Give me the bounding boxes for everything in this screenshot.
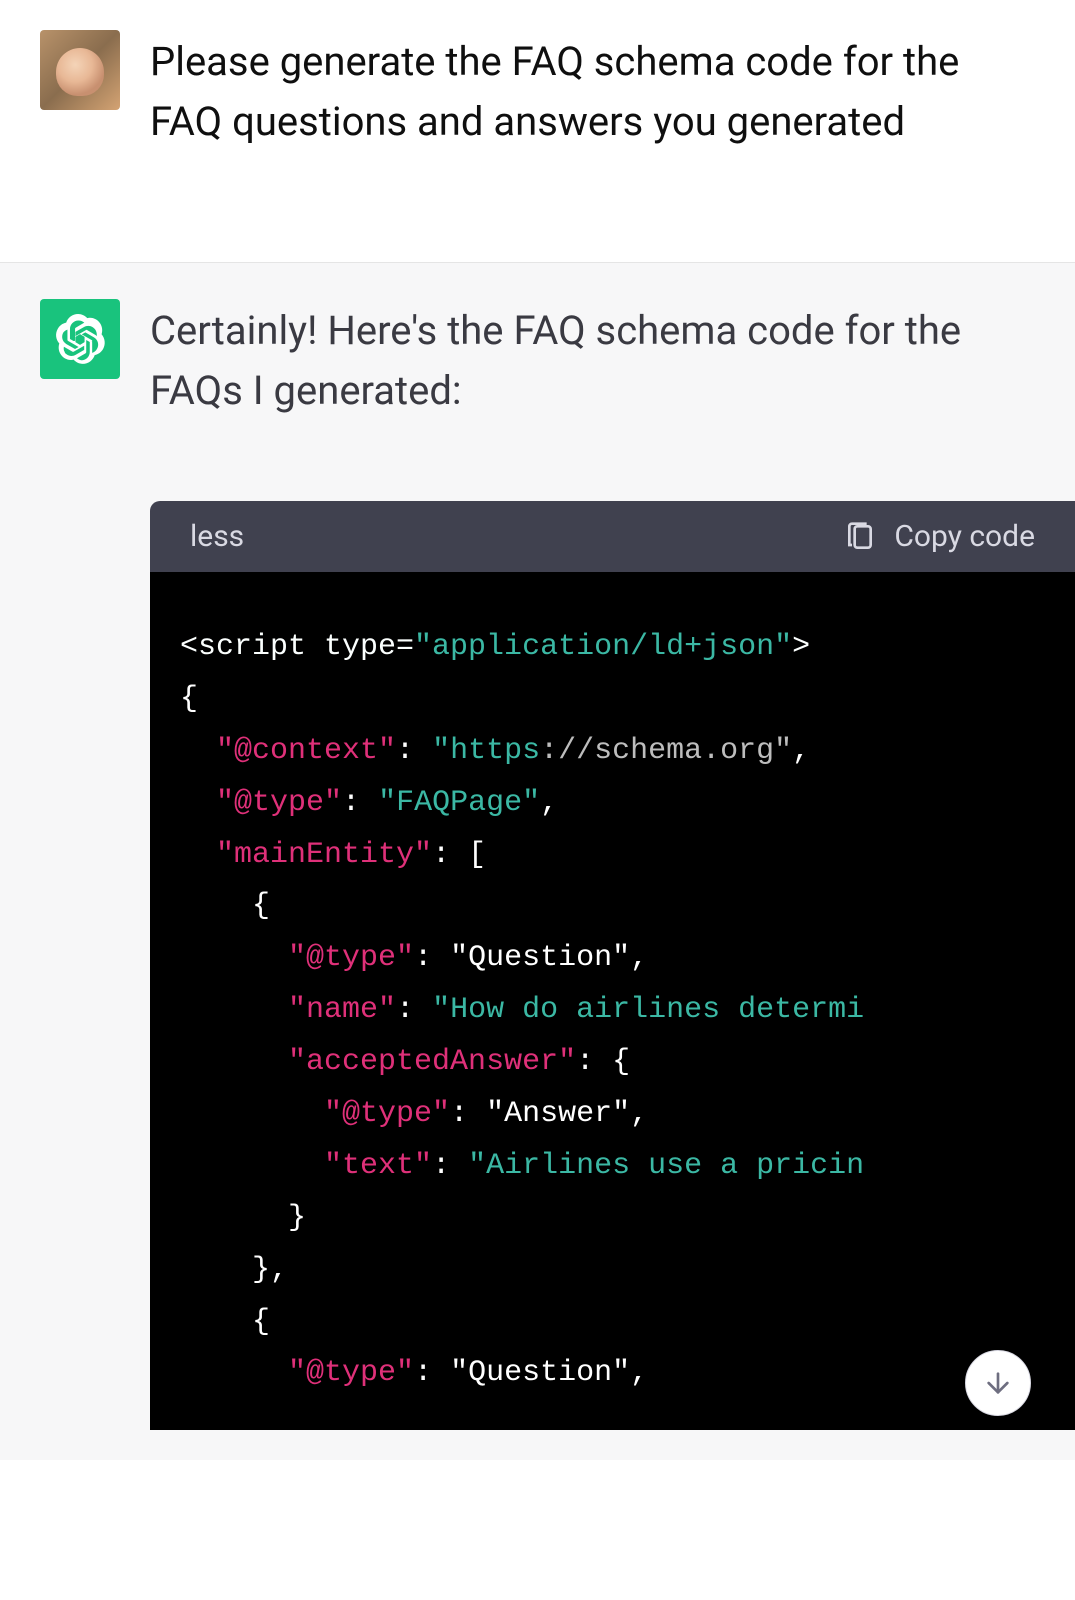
user-avatar	[40, 30, 120, 110]
copy-code-button[interactable]: Copy code	[844, 519, 1035, 554]
openai-logo-icon	[54, 313, 106, 365]
assistant-avatar	[40, 299, 120, 379]
user-message-section: Please generate the FAQ schema code for …	[0, 0, 1075, 262]
assistant-message-section: Certainly! Here's the FAQ schema code fo…	[0, 262, 1075, 1460]
arrow-down-icon	[982, 1367, 1014, 1399]
code-content[interactable]: <script type="application/ld+json"> { "@…	[150, 572, 1075, 1430]
user-message-text: Please generate the FAQ schema code for …	[150, 30, 1035, 152]
code-language-label: less	[190, 519, 244, 554]
scroll-down-button[interactable]	[965, 1350, 1031, 1416]
code-block-header: less Copy code	[150, 501, 1075, 572]
clipboard-icon	[844, 521, 876, 553]
copy-code-label: Copy code	[894, 519, 1035, 554]
assistant-message-text: Certainly! Here's the FAQ schema code fo…	[150, 299, 1015, 421]
code-block: less Copy code <script type="application…	[150, 501, 1075, 1430]
